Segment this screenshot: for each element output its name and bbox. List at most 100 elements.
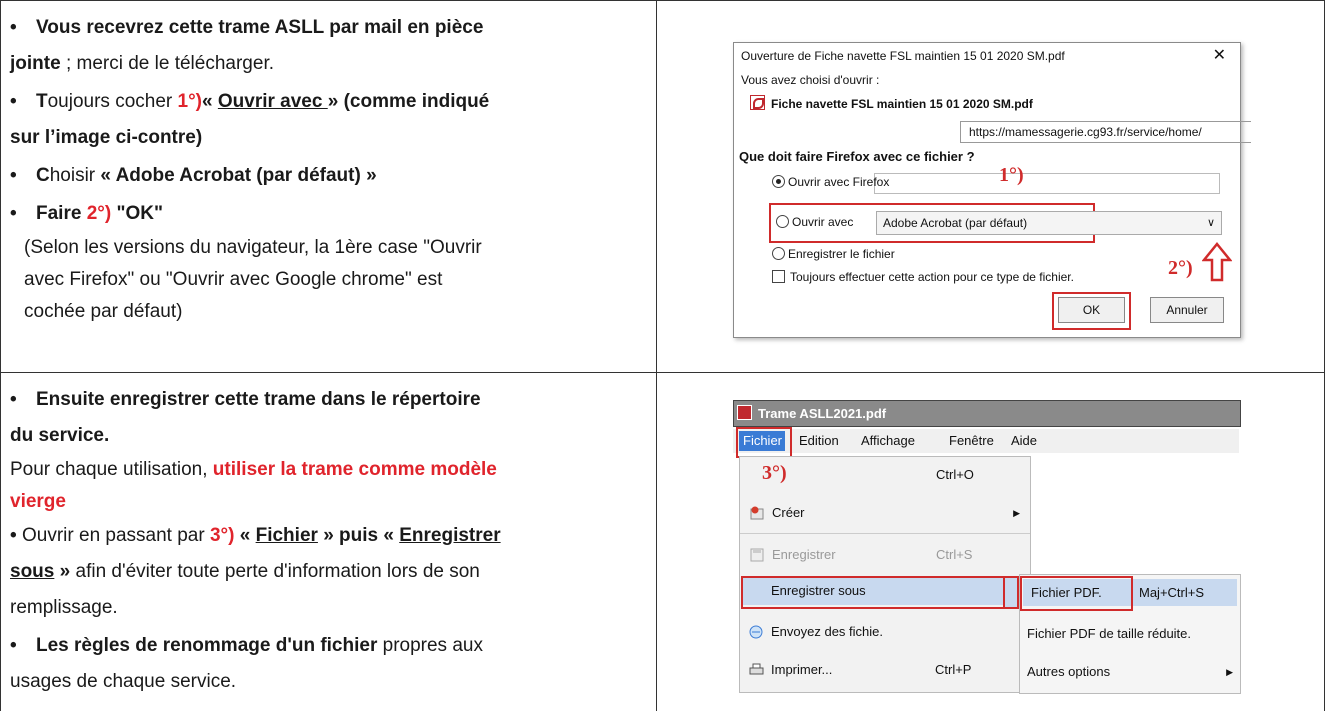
row2-p-vierge: vierge <box>10 491 66 512</box>
menu-print[interactable]: Imprimer... Ctrl+P <box>733 656 1023 684</box>
row1-note-line2: avec Firefox" ou "Ouvrir avec Google chr… <box>24 269 443 290</box>
row2-p-red: utiliser la trame comme modèle <box>212 459 497 480</box>
submenu-reduced-label: Fichier PDF de taille réduite. <box>1027 626 1192 641</box>
menu-edition[interactable]: Edition <box>799 429 839 453</box>
radio-save-file-label: Enregistrer le fichier <box>788 247 895 261</box>
row2-o-enregistrer: Enregistrer <box>399 525 501 546</box>
save-shortcut: Ctrl+S <box>936 547 973 562</box>
dialog-chose-label: Vous avez choisi d'ouvrir : <box>741 73 880 87</box>
row1-b2-ouvrir-avec: Ouvrir avec <box>217 91 328 112</box>
menu-send[interactable]: Envoyez des fichie. <box>733 618 1023 646</box>
table-row-divider <box>0 372 1325 373</box>
menu-create-label: Créer <box>772 505 805 520</box>
row1-b1-rest: ; merci de le télécharger. <box>60 53 274 74</box>
row1-b3-adobe: « Adobe Acrobat (par défaut) » <box>100 165 377 186</box>
row2-o-step: 3°) <box>209 525 235 546</box>
dialog-source-url: https://mamessagerie.cg93.fr/service/hom… <box>960 121 1251 143</box>
row1-b1-bold: jointe <box>10 53 61 74</box>
open-file-dialog: Ouverture de Fiche navette FSL maintien … <box>733 42 1251 338</box>
radio-save-file[interactable]: Enregistrer le fichier <box>772 247 895 261</box>
row2-b1-line2: du service. <box>10 425 110 446</box>
table-column-divider <box>656 0 657 711</box>
menu-save-as[interactable]: Enregistrer sous <box>741 577 1005 605</box>
row2-o-text: Ouvrir en passant par <box>22 525 210 546</box>
row1-note-line3: cochée par défaut) <box>24 301 183 322</box>
pdf-icon <box>737 405 752 420</box>
ok-button[interactable]: OK <box>1058 297 1125 323</box>
submenu-arrow-icon: ▶ <box>1226 667 1233 677</box>
close-icon[interactable]: ✕ <box>1213 45 1226 65</box>
send-icon <box>749 625 763 639</box>
submenu-fichier-pdf-label: Fichier PDF. <box>1031 585 1102 600</box>
menu-create[interactable]: Créer ▶ <box>740 499 1030 527</box>
print-shortcut: Ctrl+P <box>935 662 972 677</box>
always-checkbox[interactable]: Toujours effectuer cette action pour ce … <box>772 270 1074 284</box>
acrobat-window: Trame ASLL2021.pdf Fichier Edition Affic… <box>733 400 1241 695</box>
submenu-pdf-shortcut: Maj+Ctrl+S <box>1139 585 1205 600</box>
menu-fenetre[interactable]: Fenêtre <box>949 429 994 453</box>
row1-b2-text: oujours cocher <box>47 91 178 112</box>
menu-bar: Fichier Edition Affichage Fenêtre Aide <box>733 429 1239 453</box>
pdf-icon <box>750 95 765 110</box>
step-2-label: 2°) <box>1168 257 1193 279</box>
radio-icon <box>772 247 785 260</box>
step-1-label: 1°) <box>999 164 1024 186</box>
radio-open-firefox[interactable]: Ouvrir avec Firefox <box>772 175 889 189</box>
radio-open-firefox-label: Ouvrir avec Firefox <box>788 175 890 189</box>
application-select-value: Adobe Acrobat (par défaut) <box>883 216 1028 230</box>
checkbox-icon <box>772 270 785 283</box>
row2-o-q1: « <box>234 525 256 546</box>
radio-open-with[interactable]: Ouvrir avec <box>776 215 853 229</box>
row2-instructions: • Ensuite enregistrer cette trame dans le… <box>10 384 650 698</box>
row1-b2-quote-close: » (comme indiqué <box>327 91 490 112</box>
radio-selected-icon <box>772 175 785 188</box>
submenu-fichier-pdf[interactable]: Fichier PDF. Maj+Ctrl+S <box>1027 579 1237 607</box>
save-icon <box>750 548 764 562</box>
always-checkbox-label: Toujours effectuer cette action pour ce … <box>790 270 1074 284</box>
row1-b2-quote-open: « <box>202 91 218 112</box>
row2-p-text: Pour chaque utilisation, <box>10 459 213 480</box>
row2-r-rest: propres aux <box>377 635 483 656</box>
row2-o-sous: sous <box>10 561 55 582</box>
cancel-button[interactable]: Annuler <box>1150 297 1224 323</box>
dialog-filename: Fiche navette FSL maintien 15 01 2020 SM… <box>750 95 1033 111</box>
row1-b4-text: Faire <box>36 203 87 224</box>
submenu-other-options[interactable]: Autres options ▶ <box>1027 658 1237 686</box>
submenu-reduced-pdf[interactable]: Fichier PDF de taille réduite. <box>1027 620 1237 648</box>
row2-r-bold: Les règles de renommage d'un fichier <box>36 635 378 656</box>
printer-icon <box>749 663 764 675</box>
menu-save-label: Enregistrer <box>772 547 836 562</box>
table-border-top <box>0 0 1325 1</box>
row2-o-line3: remplissage. <box>10 597 118 618</box>
row1-b2-step: 1°) <box>177 91 203 112</box>
row1-b4-ok: "OK" <box>111 203 163 224</box>
menu-divider <box>740 533 1030 534</box>
row2-o-rest: afin d'éviter toute perte d'information … <box>70 561 480 582</box>
dialog-title: Ouverture de Fiche navette FSL maintien … <box>741 49 1065 63</box>
window-title: Trame ASLL2021.pdf <box>758 406 887 421</box>
row2-o-fichier: Fichier <box>255 525 318 546</box>
highlight-submenu-arrow <box>1003 576 1019 609</box>
menu-aide[interactable]: Aide <box>1011 429 1037 453</box>
row1-b3-initial: C <box>36 165 50 186</box>
menu-open-row[interactable]: 3°) Ctrl+O <box>740 461 1030 489</box>
menu-affichage[interactable]: Affichage <box>861 429 915 453</box>
dialog-question: Que doit faire Firefox avec ce fichier ? <box>739 149 975 164</box>
application-select[interactable]: Adobe Acrobat (par défaut) ∨ <box>876 211 1222 235</box>
create-icon <box>750 506 764 520</box>
row1-b3-text: hoisir <box>49 165 101 186</box>
menu-send-label: Envoyez des fichie. <box>771 624 884 639</box>
radio-open-with-label: Ouvrir avec <box>792 215 854 229</box>
submenu-other-label: Autres options <box>1027 664 1111 679</box>
menu-save[interactable]: Enregistrer Ctrl+S <box>740 541 1030 569</box>
row1-b2-initial: T <box>36 91 48 112</box>
row2-b1-line1: Ensuite enregistrer cette trame dans le … <box>36 389 481 410</box>
radio-icon <box>776 215 789 228</box>
row1-note-line1: (Selon les versions du navigateur, la 1è… <box>24 237 482 258</box>
dialog-filename-text: Fiche navette FSL maintien 15 01 2020 SM… <box>771 97 1033 111</box>
row1-b2-line2: sur l’image ci-contre) <box>10 127 203 148</box>
menu-print-label: Imprimer... <box>771 662 833 677</box>
row1-instructions: • Vous recevrez cette trame ASLL par mail… <box>10 12 650 328</box>
row2-o-q3: » <box>54 561 71 582</box>
table-border-left <box>0 0 1 711</box>
